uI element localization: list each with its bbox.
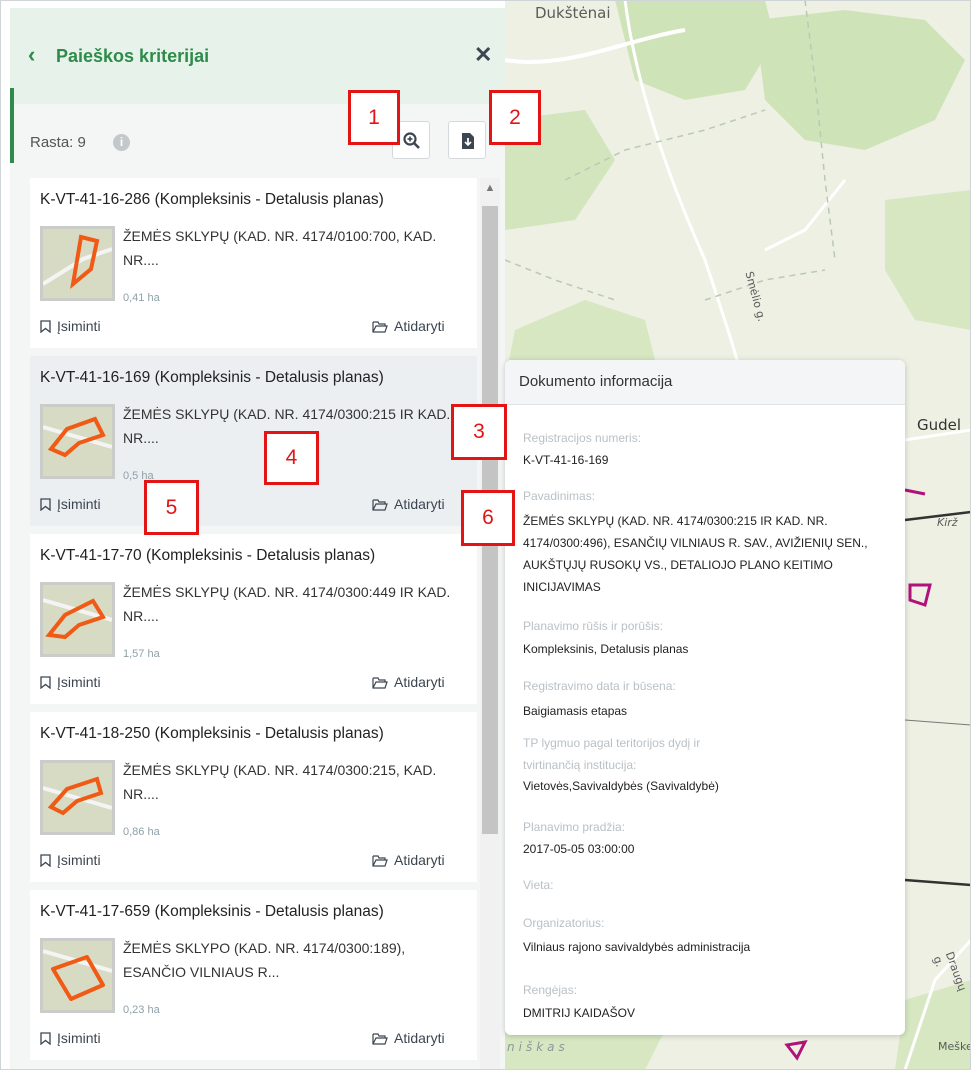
open-link[interactable]: Atidaryti xyxy=(372,318,445,334)
field-label: Vieta: xyxy=(523,878,554,892)
bookmark-icon xyxy=(40,498,51,511)
field-value: K-VT-41-16-169 xyxy=(523,453,609,467)
results-count: Rasta: 9 xyxy=(30,134,86,151)
info-icon[interactable]: i xyxy=(113,134,130,151)
map-label-kirz: Kirž xyxy=(937,516,958,529)
folder-open-icon xyxy=(372,1033,388,1045)
field-label: Organizatorius: xyxy=(523,916,605,930)
folder-open-icon xyxy=(372,677,388,689)
zoom-in-icon xyxy=(403,132,420,149)
bookmark-icon xyxy=(40,676,51,689)
result-card[interactable]: K-VT-41-17-70 (Kompleksinis - Detalusis … xyxy=(30,534,477,704)
result-card[interactable]: K-VT-41-16-286 (Kompleksinis - Detalusis… xyxy=(30,178,477,348)
result-description: ŽEMĖS SKLYPŲ (KAD. NR. 4174/0100:700, KA… xyxy=(123,228,437,268)
popup-title: Dokumento informacija xyxy=(519,373,673,390)
parcel-thumbnail xyxy=(40,582,115,657)
field-label: Planavimo rūšis ir porūšis: xyxy=(523,619,664,633)
result-card[interactable]: K-VT-41-16-169 (Kompleksinis - Detalusis… xyxy=(30,356,477,526)
open-link[interactable]: Atidaryti xyxy=(372,1030,445,1046)
result-area: 1,57 ha xyxy=(123,648,160,660)
open-label: Atidaryti xyxy=(394,674,445,690)
remember-link[interactable]: Įsiminti xyxy=(40,318,101,334)
bookmark-icon xyxy=(40,854,51,867)
folder-open-icon xyxy=(372,855,388,867)
parcel-thumbnail xyxy=(40,938,115,1013)
result-area: 0,23 ha xyxy=(123,1004,160,1016)
annotation-marker-1: 1 xyxy=(348,90,400,145)
remember-label: Įsiminti xyxy=(57,852,101,868)
popup-header: Dokumento informacija xyxy=(505,360,905,405)
result-title[interactable]: K-VT-41-18-250 (Kompleksinis - Detalusis… xyxy=(40,725,384,743)
annotation-marker-5: 5 xyxy=(144,480,199,535)
field-value: Baigiamasis etapas xyxy=(523,704,628,718)
parcel-thumbnail xyxy=(40,226,115,301)
result-area: 0,86 ha xyxy=(123,826,160,838)
result-area: 0,41 ha xyxy=(123,292,160,304)
remember-label: Įsiminti xyxy=(57,496,101,512)
open-link[interactable]: Atidaryti xyxy=(372,496,445,512)
panel-title[interactable]: Paieškos kriterijai xyxy=(56,46,209,67)
open-label: Atidaryti xyxy=(394,852,445,868)
bookmark-icon xyxy=(40,1032,51,1045)
result-title[interactable]: K-VT-41-17-70 (Kompleksinis - Detalusis … xyxy=(40,547,375,565)
chevron-left-icon[interactable]: ‹ xyxy=(28,44,35,66)
map-label-dukstenai: Dukštėnai xyxy=(535,4,611,22)
field-value: Vilniaus rajono savivaldybės administrac… xyxy=(523,940,751,954)
export-button[interactable] xyxy=(448,121,486,159)
panel-header: ‹ Paieškos kriterijai ✕ xyxy=(10,8,505,104)
parcel-thumbnail xyxy=(40,404,115,479)
map-label-meske: Meške xyxy=(938,1040,971,1053)
folder-open-icon xyxy=(372,321,388,333)
remember-link[interactable]: Įsiminti xyxy=(40,674,101,690)
annotation-marker-2: 2 xyxy=(489,90,541,145)
file-download-icon xyxy=(462,133,474,149)
field-value: Vietovės,Savivaldybės (Savivaldybė) xyxy=(523,779,719,793)
remember-label: Įsiminti xyxy=(57,1030,101,1046)
field-label: Planavimo pradžia: xyxy=(523,820,626,834)
open-label: Atidaryti xyxy=(394,1030,445,1046)
field-label: Registravimo data ir būsena: xyxy=(523,679,676,693)
result-title[interactable]: K-VT-41-16-169 (Kompleksinis - Detalusis… xyxy=(40,369,384,387)
field-value: 2017-05-05 03:00:00 xyxy=(523,842,635,856)
result-description: ŽEMĖS SKLYPŲ (KAD. NR. 4174/0300:215, KA… xyxy=(123,762,437,802)
result-description: ŽEMĖS SKLYPŲ (KAD. NR. 4174/0300:449 IR … xyxy=(123,584,451,624)
field-label: Rengėjas: xyxy=(523,983,578,997)
map-label-niskas: niškas xyxy=(507,1040,569,1054)
open-label: Atidaryti xyxy=(394,496,445,512)
field-value: DMITRIJ KAIDAŠOV xyxy=(523,1006,636,1020)
field-label: TP lygmuo pagal teritorijos dydį ir tvir… xyxy=(523,736,701,772)
annotation-marker-3: 3 xyxy=(451,404,507,460)
map-label-gudel: Gudel xyxy=(917,416,962,434)
parcel-thumbnail xyxy=(40,760,115,835)
close-icon[interactable]: ✕ xyxy=(474,44,492,66)
remember-link[interactable]: Įsiminti xyxy=(40,496,101,512)
field-label: Registracijos numeris: xyxy=(523,431,642,445)
annotation-marker-4: 4 xyxy=(264,431,319,485)
remember-link[interactable]: Įsiminti xyxy=(40,1030,101,1046)
result-card[interactable]: K-VT-41-17-659 (Kompleksinis - Detalusis… xyxy=(30,890,477,1060)
bookmark-icon xyxy=(40,320,51,333)
remember-label: Įsiminti xyxy=(57,674,101,690)
annotation-marker-6: 6 xyxy=(461,490,515,546)
open-label: Atidaryti xyxy=(394,318,445,334)
field-value: Kompleksinis, Detalusis planas xyxy=(523,642,689,656)
remember-label: Įsiminti xyxy=(57,318,101,334)
document-info-popup: Dokumento informacija Registracijos nume… xyxy=(505,360,905,1035)
result-title[interactable]: K-VT-41-17-659 (Kompleksinis - Detalusis… xyxy=(40,903,384,921)
open-link[interactable]: Atidaryti xyxy=(372,674,445,690)
field-value: ŽEMĖS SKLYPŲ (KAD. NR. 4174/0300:215 IR … xyxy=(523,514,868,594)
result-card[interactable]: K-VT-41-18-250 (Kompleksinis - Detalusis… xyxy=(30,712,477,882)
result-title[interactable]: K-VT-41-16-286 (Kompleksinis - Detalusis… xyxy=(40,191,384,209)
open-link[interactable]: Atidaryti xyxy=(372,852,445,868)
accent-bar xyxy=(10,88,14,163)
folder-open-icon xyxy=(372,499,388,511)
scroll-up-arrow-icon[interactable]: ▲ xyxy=(480,178,500,198)
result-description: ŽEMĖS SKLYPO (KAD. NR. 4174/0300:189), E… xyxy=(123,940,406,980)
remember-link[interactable]: Įsiminti xyxy=(40,852,101,868)
field-label: Pavadinimas: xyxy=(523,489,596,503)
